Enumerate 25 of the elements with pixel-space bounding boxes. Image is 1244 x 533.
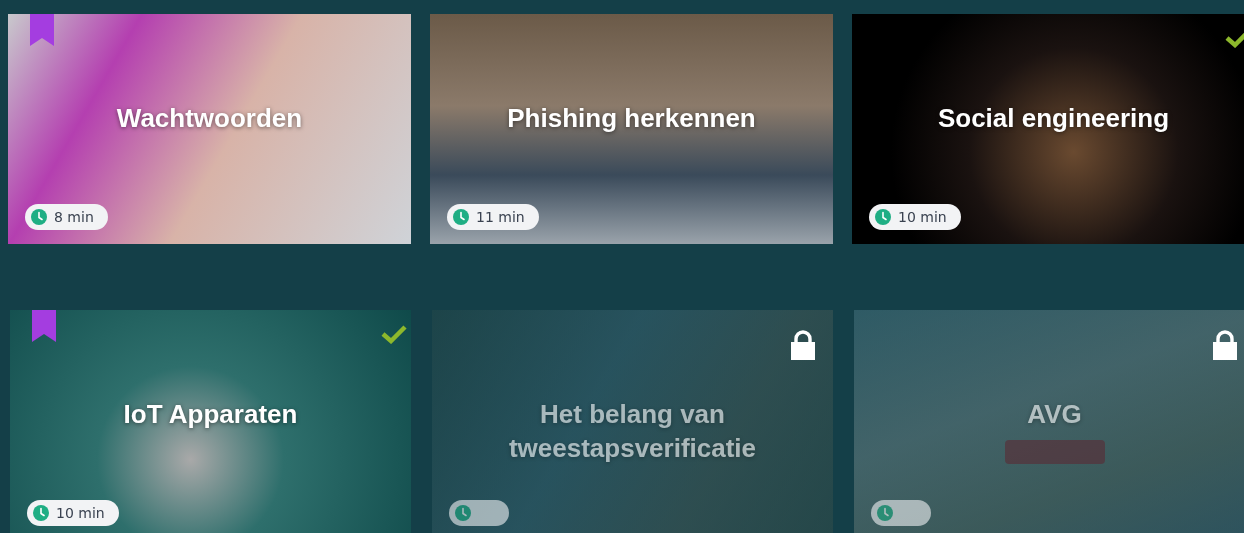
duration-badge: 11 min [447,204,539,230]
duration-badge: 10 min [869,204,961,230]
course-card[interactable]: AVG [854,310,1244,533]
card-title: IoT Apparaten [123,398,298,431]
bookmark-icon[interactable] [32,310,56,342]
card-title: Social engineering [937,102,1170,135]
lock-icon [1213,330,1237,360]
course-card[interactable]: Phishing herkennen 11 min [430,14,833,244]
course-card[interactable]: IoT Apparaten 10 min [10,310,411,533]
course-card[interactable]: Het belang van tweestapsverificatie [432,310,833,533]
card-title: Het belang van tweestapsverificatie [507,398,758,465]
clock-icon [453,209,469,225]
clock-icon [31,209,47,225]
clock-icon [875,209,891,225]
clock-icon [877,505,893,521]
duration-badge: 8 min [25,204,108,230]
bookmark-icon[interactable] [30,14,54,46]
duration-badge: 10 min [27,500,119,526]
clock-icon [33,505,49,521]
lock-icon [791,330,815,360]
clock-icon [455,505,471,521]
card-title: Phishing herkennen [507,102,756,135]
checkmark-icon [381,324,407,344]
course-card[interactable]: Social engineering 10 min [852,14,1244,244]
card-title: AVG [1027,398,1082,431]
